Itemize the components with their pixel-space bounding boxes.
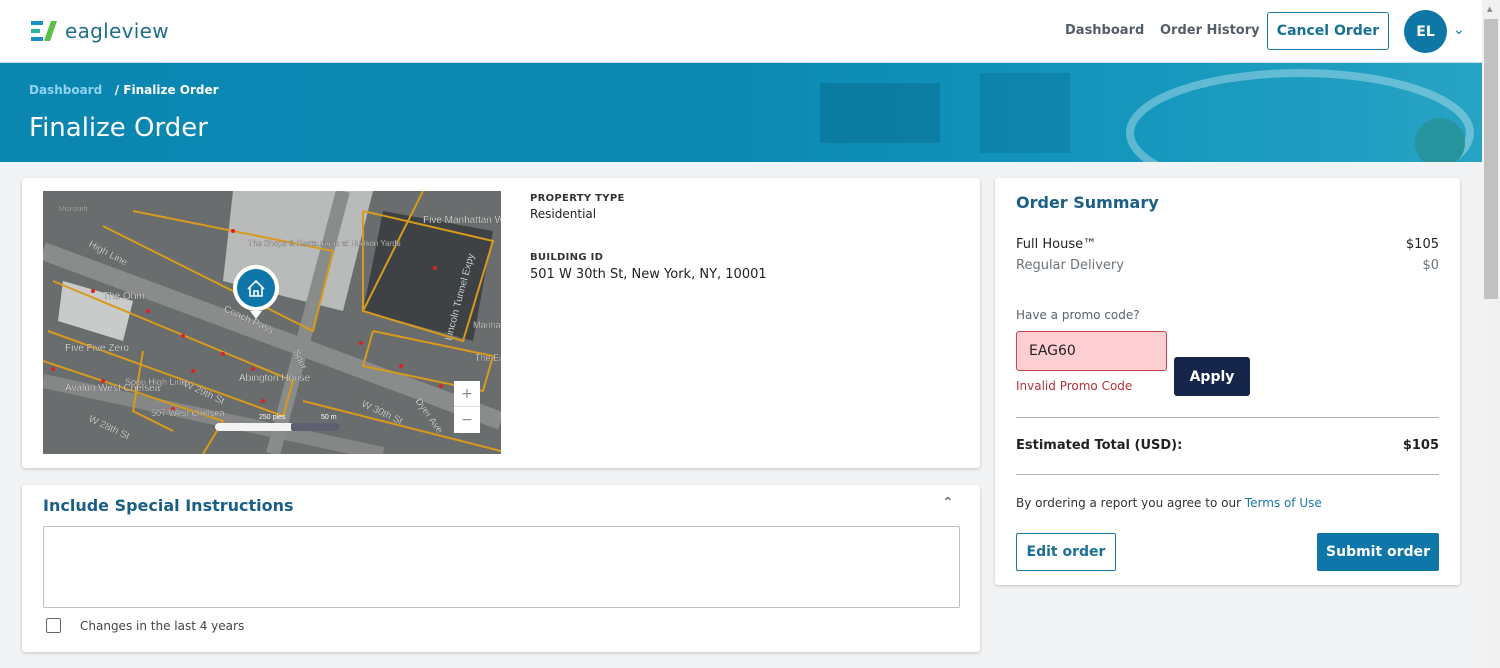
item-name: Regular Delivery (1016, 258, 1124, 273)
divider (1016, 417, 1439, 418)
total-label: Estimated Total (USD): (1016, 438, 1183, 453)
order-summary-card: Order Summary Full House™ $105 Regular De… (995, 178, 1460, 585)
scale-feet-label: 250 pies (259, 414, 286, 421)
chevron-up-icon[interactable]: ⌃ (942, 495, 954, 511)
nav-dashboard[interactable]: Dashboard (1065, 23, 1144, 38)
terms-text: By ordering a report you agree to our Te… (1016, 496, 1322, 510)
order-summary-title: Order Summary (1016, 193, 1159, 212)
special-instructions-title[interactable]: Include Special Instructions (43, 496, 294, 515)
map-label: Abington House (239, 373, 311, 384)
building-id-value: 501 W 30th St, New York, NY, 10001 (530, 267, 767, 282)
eagleview-logo-icon (31, 21, 57, 41)
building-id-label: BUILDING ID (530, 252, 604, 263)
map-label: Five Five Zero (65, 343, 129, 354)
submit-order-button[interactable]: Submit order (1317, 533, 1439, 571)
map-label: Soori High Line (125, 377, 187, 387)
apply-promo-button[interactable]: Apply (1174, 357, 1250, 396)
zoom-in-button[interactable]: + (454, 381, 480, 407)
terms-of-use-link[interactable]: Terms of Use (1245, 496, 1322, 510)
map-label: The Ohm (103, 291, 145, 302)
chevron-down-icon[interactable]: ⌄ (1453, 22, 1465, 38)
changes-checkbox-label[interactable]: Changes in the last 4 years (80, 619, 244, 633)
scale-meters-label: 50 m (321, 414, 337, 421)
map-label: The Shops & Restaurants at Hudson Yards (248, 239, 401, 248)
eagleview-logo[interactable]: eagleview (31, 19, 169, 43)
property-map[interactable]: High Line The Shops & Restaurants at Hud… (43, 191, 501, 454)
item-price: $0 (1422, 258, 1439, 273)
scroll-up-icon[interactable]: ▲ (1487, 5, 1492, 13)
map-label: The Eugene (475, 353, 501, 363)
banner-aerial-image (820, 69, 1474, 162)
line-item: Full House™ $105 (1016, 237, 1439, 252)
special-instructions-textarea[interactable] (43, 526, 960, 608)
breadcrumb-current: Finalize Order (123, 83, 219, 97)
map-label: 507 West Chelsea (151, 408, 224, 418)
line-item: Regular Delivery $0 (1016, 258, 1439, 273)
page-scrollbar[interactable]: ▲ (1482, 0, 1500, 668)
breadcrumb-separator: / (106, 83, 124, 97)
property-type-value: Residential (530, 207, 597, 221)
logo-text: eagleview (65, 19, 169, 43)
user-avatar[interactable]: EL (1404, 10, 1447, 53)
total-value: $105 (1402, 438, 1439, 453)
property-card: High Line The Shops & Restaurants at Hud… (22, 178, 980, 468)
property-type-label: PROPERTY TYPE (530, 193, 625, 204)
breadcrumb: Dashboard / Finalize Order (29, 83, 219, 97)
cancel-order-button[interactable]: Cancel Order (1267, 12, 1389, 50)
promo-label: Have a promo code? (1016, 308, 1140, 322)
zoom-out-button[interactable]: − (461, 407, 473, 433)
page-title: Finalize Order (29, 113, 208, 143)
divider (1016, 474, 1439, 475)
item-price: $105 (1405, 237, 1439, 252)
edit-order-button[interactable]: Edit order (1016, 533, 1116, 571)
map-attribution: Microsoft (59, 206, 87, 213)
page-banner: Dashboard / Finalize Order Finalize Orde… (0, 63, 1482, 162)
map-label: Manhattan West (473, 320, 501, 330)
changes-checkbox[interactable] (46, 618, 61, 633)
item-name: Full House™ (1016, 237, 1097, 252)
terms-prefix: By ordering a report you agree to our (1016, 496, 1245, 510)
breadcrumb-dashboard[interactable]: Dashboard (29, 83, 102, 97)
top-header: eagleview Dashboard Order History Cancel… (0, 0, 1482, 63)
estimated-total: Estimated Total (USD): $105 (1016, 438, 1439, 453)
nav-order-history[interactable]: Order History (1160, 23, 1260, 38)
map-zoom-controls: + − (454, 381, 480, 433)
map-label: Five Manhattan West (423, 215, 501, 226)
promo-code-input[interactable] (1016, 331, 1167, 371)
promo-error-message: Invalid Promo Code (1016, 379, 1133, 393)
scrollbar-thumb[interactable] (1484, 19, 1498, 299)
map-canvas: High Line The Shops & Restaurants at Hud… (43, 191, 501, 454)
special-instructions-card: Include Special Instructions ⌃ Changes i… (22, 485, 980, 652)
